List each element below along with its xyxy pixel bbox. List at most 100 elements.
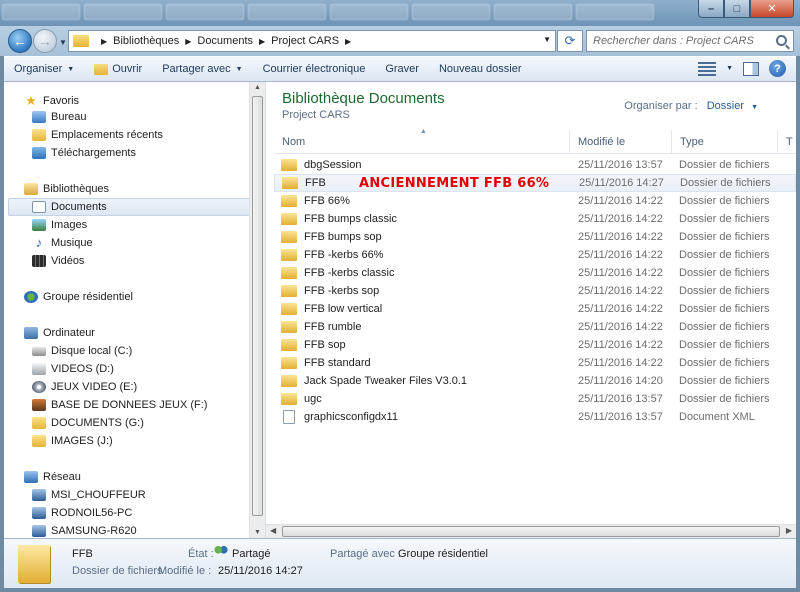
nav-drive-e[interactable]: JEUX VIDEO (E:)	[32, 378, 137, 396]
nav-documents[interactable]: Documents	[8, 198, 251, 216]
nav-scrollbar[interactable]: ▲ ▼	[249, 82, 265, 538]
nav-drive-f[interactable]: BASE DE DONNEES JEUX (F:)	[32, 396, 207, 414]
arrange-value[interactable]: Dossier	[707, 100, 744, 112]
file-row[interactable]: FFB low vertical 25/11/2016 14:22 Dossie…	[274, 300, 796, 318]
recent-pages-dropdown[interactable]: ▼	[59, 38, 67, 47]
nav-label: Favoris	[43, 95, 80, 107]
file-row[interactable]: FFB 66% 25/11/2016 14:22 Dossier de fich…	[274, 192, 796, 210]
new-folder-label: Nouveau dossier	[438, 63, 522, 75]
forward-button[interactable]: →	[33, 29, 57, 53]
minimize-button[interactable]: –	[698, 0, 724, 18]
blurred-tab[interactable]	[2, 4, 80, 20]
nav-libraries[interactable]: Bibliothèques	[24, 180, 109, 198]
nav-network-pc[interactable]: RODNOIL56-PC	[32, 504, 132, 522]
scroll-up-icon[interactable]: ▲	[254, 84, 261, 91]
blurred-tab[interactable]	[494, 4, 572, 20]
breadcrumb-libraries[interactable]: Bibliothèques	[113, 35, 179, 47]
nav-downloads[interactable]: Téléchargements	[32, 144, 136, 162]
nav-network[interactable]: Réseau	[24, 468, 81, 486]
file-row[interactable]: FFB -kerbs classic 25/11/2016 14:22 Doss…	[274, 264, 796, 282]
column-modified[interactable]: Modifié le	[570, 130, 672, 154]
horizontal-scrollbar[interactable]: ◀ ▶	[266, 524, 796, 538]
scroll-left-icon[interactable]: ◀	[270, 526, 276, 535]
file-row[interactable]: FFB -kerbs sop 25/11/2016 14:22 Dossier …	[274, 282, 796, 300]
blurred-tab[interactable]	[166, 4, 244, 20]
breadcrumb-project-cars[interactable]: Project CARS	[271, 35, 339, 47]
scroll-down-icon[interactable]: ▼	[254, 529, 261, 536]
search-input[interactable]	[593, 35, 773, 47]
search-icon[interactable]	[776, 35, 787, 46]
nav-drive-d[interactable]: VIDEOS (D:)	[32, 360, 114, 378]
file-row[interactable]: Jack Spade Tweaker Files V3.0.1 25/11/20…	[274, 372, 796, 390]
blurred-tab[interactable]	[330, 4, 408, 20]
nav-drive-g[interactable]: DOCUMENTS (G:)	[32, 414, 144, 432]
file-row[interactable]: ugc 25/11/2016 13:57 Dossier de fichiers	[274, 390, 796, 408]
nav-recent[interactable]: Emplacements récents	[32, 126, 163, 144]
views-icon[interactable]	[698, 61, 717, 76]
file-row[interactable]: dbgSession 25/11/2016 13:57 Dossier de f…	[274, 156, 796, 174]
nav-drive-c[interactable]: Disque local (C:)	[32, 342, 132, 360]
chevron-down-icon[interactable]: ▼	[751, 104, 758, 111]
file-type: Dossier de fichiers	[679, 303, 770, 315]
window-titlebar: – □ ✕	[0, 0, 800, 26]
blurred-tab[interactable]	[84, 4, 162, 20]
address-bar[interactable]: ▶ Bibliothèques ▶ Documents ▶ Project CA…	[68, 30, 556, 52]
chevron-right-icon[interactable]: ▶	[259, 37, 265, 46]
refresh-button[interactable]: ⟳	[557, 30, 583, 52]
nav-videos[interactable]: Vidéos	[32, 252, 84, 270]
nav-computer[interactable]: Ordinateur	[24, 324, 95, 342]
nav-drive-j[interactable]: IMAGES (J:)	[32, 432, 113, 450]
file-row[interactable]: graphicsconfigdx11 25/11/2016 13:57 Docu…	[274, 408, 796, 426]
breadcrumb-documents[interactable]: Documents	[197, 35, 253, 47]
new-folder-button[interactable]: Nouveau dossier	[429, 58, 532, 80]
network-computer-icon	[32, 507, 46, 519]
share-button[interactable]: Partager avec ▼	[152, 58, 252, 80]
drive-icon	[32, 435, 46, 447]
column-type[interactable]: Type	[672, 130, 778, 154]
file-date: 25/11/2016 14:22	[578, 285, 663, 297]
file-row[interactable]: FFB bumps classic 25/11/2016 14:22 Dossi…	[274, 210, 796, 228]
column-more[interactable]: T	[778, 130, 796, 154]
blurred-tab[interactable]	[248, 4, 326, 20]
email-button[interactable]: Courrier électronique	[253, 58, 376, 80]
file-row-selected[interactable]: FFB 25/11/2016 14:27 Dossier de fichiers…	[274, 174, 796, 192]
organize-button[interactable]: Organiser ▼	[4, 58, 84, 80]
file-row[interactable]: FFB rumble 25/11/2016 14:22 Dossier de f…	[274, 318, 796, 336]
help-icon[interactable]: ?	[769, 60, 786, 77]
blurred-tab[interactable]	[412, 4, 490, 20]
nav-homegroup[interactable]: Groupe résidentiel	[24, 288, 133, 306]
burn-button[interactable]: Graver	[375, 58, 429, 80]
chevron-right-icon[interactable]: ▶	[345, 37, 351, 46]
nav-network-pc[interactable]: SAMSUNG-R620	[32, 522, 137, 538]
maximize-button[interactable]: □	[724, 0, 750, 18]
open-button[interactable]: Ouvrir	[84, 58, 152, 80]
xml-document-icon	[283, 410, 295, 424]
burn-label: Graver	[385, 63, 419, 75]
search-box[interactable]	[586, 30, 794, 52]
file-row[interactable]: FFB standard 25/11/2016 14:22 Dossier de…	[274, 354, 796, 372]
chevron-right-icon[interactable]: ▶	[185, 37, 191, 46]
preview-pane-icon[interactable]	[743, 61, 759, 76]
chevron-right-icon[interactable]: ▶	[101, 37, 107, 46]
scroll-thumb[interactable]	[282, 526, 780, 537]
close-button[interactable]: ✕	[750, 0, 794, 18]
command-bar: Organiser ▼ Ouvrir Partager avec ▼ Courr…	[4, 56, 796, 82]
address-dropdown-icon[interactable]: ▼	[543, 35, 551, 44]
back-button[interactable]: ←	[8, 29, 32, 53]
file-row[interactable]: FFB bumps sop 25/11/2016 14:22 Dossier d…	[274, 228, 796, 246]
folder-icon	[281, 375, 297, 387]
scroll-thumb[interactable]	[252, 96, 263, 516]
nav-images[interactable]: Images	[32, 216, 87, 234]
blurred-tab[interactable]	[576, 4, 654, 20]
folder-icon	[281, 249, 297, 261]
scroll-right-icon[interactable]: ▶	[786, 526, 792, 535]
nav-music[interactable]: ♪ Musique	[32, 234, 93, 252]
nav-label: Réseau	[43, 471, 81, 483]
nav-network-pc[interactable]: MSI_CHOUFFEUR	[32, 486, 146, 504]
nav-label: MSI_CHOUFFEUR	[51, 489, 146, 501]
file-row[interactable]: FFB sop 25/11/2016 14:22 Dossier de fich…	[274, 336, 796, 354]
column-name[interactable]: ▲ Nom	[274, 128, 570, 154]
nav-desktop[interactable]: Bureau	[32, 108, 86, 126]
chevron-down-icon[interactable]: ▼	[726, 65, 733, 72]
file-row[interactable]: FFB -kerbs 66% 25/11/2016 14:22 Dossier …	[274, 246, 796, 264]
